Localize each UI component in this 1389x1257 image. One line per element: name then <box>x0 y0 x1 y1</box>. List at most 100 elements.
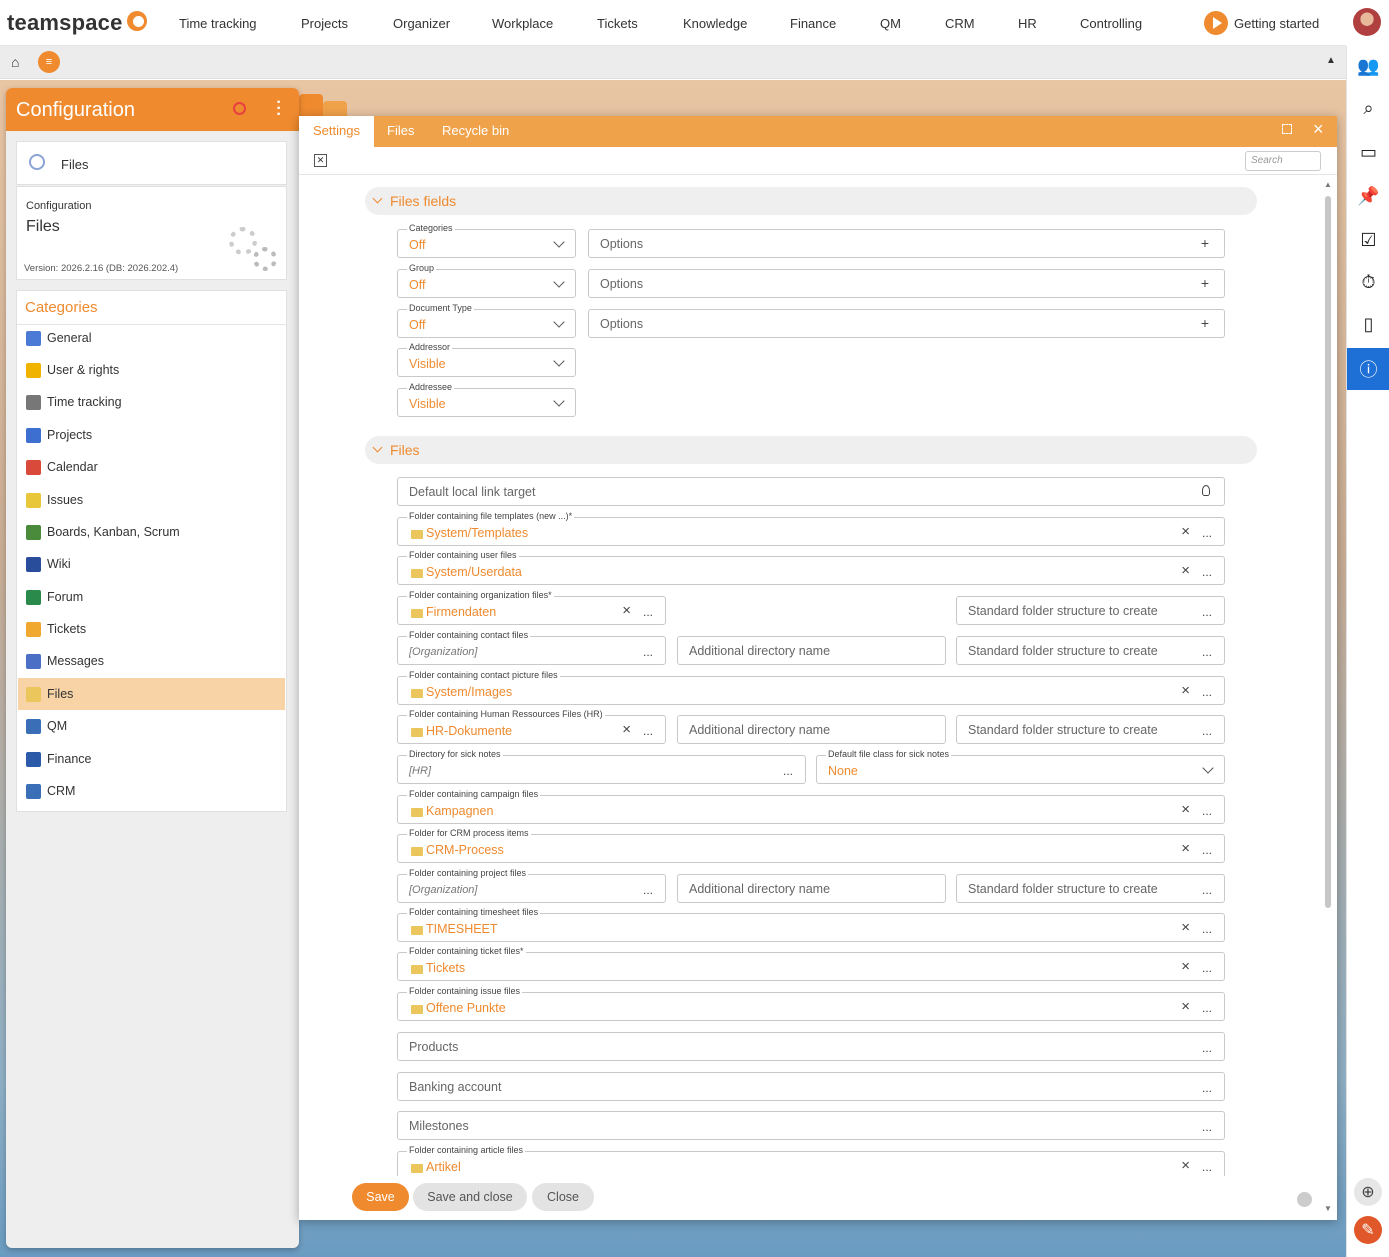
ticket-folder-field[interactable]: Folder containing ticket files* Tickets ×.… <box>397 946 1225 981</box>
browse-icon[interactable]: ... <box>1202 605 1212 619</box>
category-item[interactable]: Issues <box>18 484 285 516</box>
pin-icon[interactable]: 📌 <box>1347 176 1389 216</box>
org-standard-folder-field[interactable]: Standard folder structure to create... <box>956 596 1225 625</box>
inbox-icon[interactable]: ▭ <box>1347 132 1389 172</box>
scrollbar-thumb[interactable] <box>1325 196 1331 908</box>
browse-icon[interactable]: ... <box>1202 804 1212 818</box>
nav-tickets[interactable]: Tickets <box>597 16 638 31</box>
home-icon[interactable]: ⌂ <box>11 54 19 70</box>
browse-icon[interactable]: ... <box>1202 724 1212 738</box>
hr-folder-field[interactable]: Folder containing Human Ressources Files… <box>397 709 666 744</box>
module-card[interactable]: Files <box>16 141 287 185</box>
campaign-folder-field[interactable]: Folder containing campaign files Kampagne… <box>397 789 1225 824</box>
timesheet-folder-field[interactable]: Folder containing timesheet files TIMESHE… <box>397 907 1225 942</box>
browse-icon[interactable]: ... <box>1202 1001 1212 1015</box>
issue-folder-field[interactable]: Folder containing issue files Offene Punk… <box>397 986 1225 1021</box>
stopwatch-icon[interactable]: ⏱ <box>1347 262 1389 302</box>
clear-icon[interactable]: × <box>1181 998 1190 1015</box>
browse-icon[interactable]: ... <box>1202 961 1212 975</box>
plus-icon[interactable]: + <box>1201 275 1209 291</box>
project-additional-dir-field[interactable]: Additional directory name <box>677 874 946 903</box>
document-type-select[interactable]: Document Type Off <box>397 303 576 338</box>
browse-icon[interactable]: ... <box>1202 922 1212 936</box>
nav-time-tracking[interactable]: Time tracking <box>179 16 257 31</box>
menu-icon[interactable]: ≡ <box>38 51 60 73</box>
category-item[interactable]: Tickets <box>18 613 285 645</box>
getting-started-button[interactable]: Getting started <box>1204 11 1319 35</box>
clear-icon[interactable]: × <box>1181 958 1190 975</box>
categories-options[interactable]: Options + <box>588 229 1225 258</box>
clear-icon[interactable]: × <box>1181 682 1190 699</box>
tab-settings[interactable]: Settings <box>299 116 374 147</box>
close-button[interactable]: Close <box>532 1183 594 1211</box>
milestones-field[interactable]: Milestones... <box>397 1111 1225 1140</box>
categories-select[interactable]: Categories Off <box>397 223 576 258</box>
section-files-fields[interactable]: Files fields <box>365 187 1257 215</box>
collapse-up-icon[interactable]: ▲ <box>1326 55 1336 66</box>
contact-standard-folder-field[interactable]: Standard folder structure to create... <box>956 636 1225 665</box>
category-item[interactable]: QM <box>18 710 285 742</box>
user-info-icon[interactable] <box>1297 1192 1312 1207</box>
nav-workplace[interactable]: Workplace <box>492 16 553 31</box>
organization-folder-field[interactable]: Folder containing organization files* Fir… <box>397 590 666 625</box>
teamspace-logo[interactable]: teamspace <box>7 10 123 36</box>
close-icon[interactable]: × <box>1313 119 1324 140</box>
search-icon[interactable]: ⌕ <box>1347 88 1389 128</box>
section-files[interactable]: Files <box>365 436 1257 464</box>
browse-icon[interactable]: ... <box>643 724 653 738</box>
nav-organizer[interactable]: Organizer <box>393 16 450 31</box>
wrench-icon[interactable]: ✎ <box>1354 1216 1382 1244</box>
contact-additional-dir-field[interactable]: Additional directory name <box>677 636 946 665</box>
browse-icon[interactable]: ... <box>1202 565 1212 579</box>
kebab-menu-icon[interactable]: · · · <box>276 95 282 123</box>
lightbulb-icon[interactable] <box>1202 485 1210 496</box>
power-icon[interactable] <box>233 102 246 115</box>
contacts-icon[interactable]: 👥 <box>1347 46 1389 86</box>
contact-folder-field[interactable]: Folder containing contact files [Organiza… <box>397 630 666 665</box>
browse-icon[interactable]: ... <box>1202 1120 1212 1134</box>
tab-files[interactable]: Files <box>373 116 428 147</box>
user-files-folder-field[interactable]: Folder containing user files System/Userd… <box>397 550 1225 585</box>
clear-icon[interactable]: × <box>1181 523 1190 540</box>
add-circle-icon[interactable]: ⊕ <box>1354 1178 1382 1206</box>
group-select[interactable]: Group Off <box>397 263 576 298</box>
scroll-up-icon[interactable]: ▲ <box>1324 180 1332 189</box>
document-type-options[interactable]: Options + <box>588 309 1225 338</box>
banking-account-field[interactable]: Banking account... <box>397 1072 1225 1101</box>
project-standard-folder-field[interactable]: Standard folder structure to create... <box>956 874 1225 903</box>
browse-icon[interactable]: ... <box>643 645 653 659</box>
group-options[interactable]: Options + <box>588 269 1225 298</box>
browse-icon[interactable]: ... <box>1202 1081 1212 1095</box>
category-item[interactable]: Forum <box>18 581 285 613</box>
sick-notes-dir-field[interactable]: Directory for sick notes [HR]... <box>397 749 806 784</box>
default-link-target-field[interactable]: Default local link target <box>397 477 1225 506</box>
task-check-icon[interactable]: ☑ <box>1347 220 1389 260</box>
browse-icon[interactable]: ... <box>643 605 653 619</box>
hr-additional-dir-field[interactable]: Additional directory name <box>677 715 946 744</box>
category-item[interactable]: Wiki <box>18 548 285 580</box>
plus-icon[interactable]: + <box>1201 235 1209 251</box>
addressor-select[interactable]: Addressor Visible <box>397 342 576 377</box>
clear-icon[interactable]: × <box>622 721 631 738</box>
crm-process-folder-field[interactable]: Folder for CRM process items CRM-Process ×… <box>397 828 1225 863</box>
category-item[interactable]: Files <box>18 678 285 710</box>
category-item[interactable]: Calendar <box>18 451 285 483</box>
tab-recycle-bin[interactable]: Recycle bin <box>428 116 523 147</box>
sick-notes-class-select[interactable]: Default file class for sick notes None <box>816 749 1225 784</box>
browse-icon[interactable]: ... <box>783 764 793 778</box>
article-folder-field[interactable]: Folder containing article files Artikel ×.… <box>397 1145 1225 1176</box>
contact-picture-folder-field[interactable]: Folder containing contact picture files S… <box>397 670 1225 705</box>
category-item[interactable]: Finance <box>18 743 285 775</box>
clear-icon[interactable]: × <box>1181 840 1190 857</box>
nav-knowledge[interactable]: Knowledge <box>683 16 747 31</box>
category-item[interactable]: Boards, Kanban, Scrum <box>18 516 285 548</box>
browse-icon[interactable]: ... <box>1202 883 1212 897</box>
nav-finance[interactable]: Finance <box>790 16 836 31</box>
category-item[interactable]: Projects <box>18 419 285 451</box>
browse-icon[interactable]: ... <box>1202 645 1212 659</box>
project-folder-field[interactable]: Folder containing project files [Organiza… <box>397 868 666 903</box>
scroll-down-icon[interactable]: ▼ <box>1324 1204 1332 1213</box>
browse-icon[interactable]: ... <box>1202 685 1212 699</box>
nav-qm[interactable]: QM <box>880 16 901 31</box>
browse-icon[interactable]: ... <box>1202 1160 1212 1174</box>
